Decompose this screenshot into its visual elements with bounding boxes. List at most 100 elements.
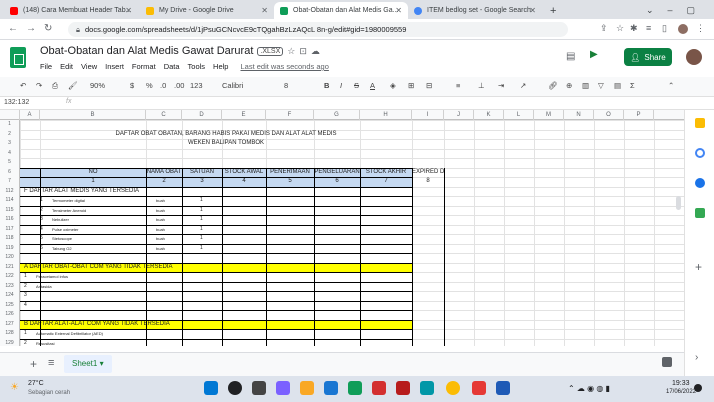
column-number[interactable]: 3 bbox=[182, 177, 222, 186]
currency-button[interactable]: $ bbox=[130, 81, 134, 90]
expand-panel-icon[interactable]: › bbox=[695, 352, 698, 363]
column-number[interactable]: 2 bbox=[146, 177, 182, 186]
borders-icon[interactable]: ⊞ bbox=[408, 81, 414, 90]
bold-icon[interactable]: B bbox=[324, 81, 329, 90]
font-select[interactable]: Calibri bbox=[222, 81, 243, 90]
row-header[interactable]: 112 bbox=[0, 186, 20, 196]
item-qty[interactable]: 1 bbox=[200, 206, 210, 215]
forward-icon[interactable]: → bbox=[26, 23, 36, 34]
start-icon[interactable] bbox=[204, 381, 218, 395]
menu-format[interactable]: Format bbox=[132, 62, 156, 71]
back-icon[interactable]: ← bbox=[8, 23, 18, 34]
window-controls[interactable]: ⌄–▢✕ bbox=[640, 2, 710, 19]
sheet-tab[interactable]: Sheet1 ▾ bbox=[64, 355, 112, 373]
column-number[interactable]: 6 bbox=[314, 177, 360, 186]
paint-format-icon[interactable]: 🖌︎ bbox=[68, 81, 78, 90]
column-header[interactable]: F bbox=[266, 110, 314, 120]
item-number[interactable]: 1 bbox=[40, 196, 50, 205]
column-header[interactable]: H bbox=[360, 110, 412, 120]
item-number[interactable]: 1 bbox=[24, 329, 34, 338]
browser-tab-sheets[interactable]: Obat-Obatan dan Alat Medis Ga... ✕ bbox=[274, 2, 408, 19]
column-header[interactable]: A bbox=[20, 110, 40, 120]
row-header[interactable]: 115 bbox=[0, 205, 20, 215]
meet-icon[interactable]: ▶ bbox=[590, 49, 598, 60]
comment-icon[interactable]: ⊕ bbox=[566, 81, 572, 90]
link-icon[interactable]: 🔗︎ bbox=[548, 81, 558, 90]
row-header[interactable]: 121 bbox=[0, 262, 20, 272]
row-header[interactable]: 1 bbox=[0, 120, 20, 130]
item-number[interactable]: 4 bbox=[24, 301, 34, 310]
menu-edit[interactable]: Edit bbox=[60, 62, 73, 71]
close-icon[interactable]: ✕ bbox=[125, 6, 132, 15]
edge-icon[interactable] bbox=[420, 381, 434, 395]
row-header[interactable]: 7 bbox=[0, 177, 20, 187]
column-number[interactable]: 4 bbox=[222, 177, 266, 186]
get-addons-icon[interactable]: + bbox=[695, 260, 702, 274]
percent-button[interactable]: % bbox=[146, 81, 153, 90]
fill-color-icon[interactable]: ◈ bbox=[390, 81, 396, 90]
column-header[interactable]: M bbox=[534, 110, 564, 120]
column-header[interactable]: N bbox=[564, 110, 594, 120]
item-number[interactable]: 5 bbox=[40, 234, 50, 243]
item-number[interactable]: 2 bbox=[24, 339, 34, 347]
menu-data[interactable]: Data bbox=[164, 62, 180, 71]
row-header[interactable]: 117 bbox=[0, 224, 20, 234]
row-header[interactable]: 128 bbox=[0, 329, 20, 339]
item-name[interactable]: Stetoscope bbox=[52, 234, 146, 243]
menu-view[interactable]: View bbox=[81, 62, 97, 71]
vertical-scrollbar[interactable] bbox=[676, 196, 681, 210]
text-rotation-icon[interactable]: ↗ bbox=[520, 81, 526, 90]
collapse-toolbar-icon[interactable]: ⌃ bbox=[668, 81, 674, 90]
item-number[interactable]: 4 bbox=[40, 225, 50, 234]
word-icon[interactable] bbox=[496, 381, 510, 395]
column-title[interactable]: NAMA OBAT bbox=[146, 168, 182, 177]
contacts-icon[interactable] bbox=[695, 178, 705, 188]
column-header[interactable]: C bbox=[146, 110, 182, 120]
chrome-icon[interactable] bbox=[446, 381, 460, 395]
tasks-icon[interactable] bbox=[695, 148, 705, 158]
system-tray-icons[interactable]: ⌃ ☁ ◉ ◍ ▮ bbox=[568, 384, 610, 393]
browser-tab-google[interactable]: ITEM bedlog set - Google Search ✕ bbox=[408, 2, 542, 19]
decrease-decimal-button[interactable]: .0 bbox=[160, 81, 166, 90]
item-name[interactable]: Tensimeter Aneroid bbox=[52, 206, 146, 215]
keep-icon[interactable] bbox=[695, 118, 705, 128]
browser-tab-youtube[interactable]: (148) Cara Membuat Header Tab... ✕ bbox=[4, 2, 138, 19]
column-header[interactable]: O bbox=[594, 110, 624, 120]
item-number[interactable]: 2 bbox=[24, 282, 34, 291]
reload-icon[interactable]: ↻ bbox=[44, 23, 52, 34]
italic-icon[interactable]: I bbox=[340, 81, 342, 90]
item-qty[interactable]: 1 bbox=[200, 215, 210, 224]
column-title[interactable]: STOCK AWAL bbox=[222, 168, 266, 177]
merge-cells-icon[interactable]: ⊟ bbox=[426, 81, 432, 90]
column-number[interactable]: 8 bbox=[412, 177, 444, 186]
item-qty[interactable]: 1 bbox=[200, 196, 210, 205]
star-icon[interactable]: ☆ bbox=[287, 46, 295, 57]
section-title[interactable]: F DAFTAR ALAT MEDIS YANG TERSEDIA bbox=[24, 187, 324, 196]
column-header[interactable]: G bbox=[314, 110, 360, 120]
item-unit[interactable]: buah bbox=[156, 244, 180, 253]
column-title[interactable]: NO bbox=[40, 168, 146, 177]
close-icon[interactable]: ✕ bbox=[529, 6, 536, 15]
menu-help[interactable]: Help bbox=[213, 62, 228, 71]
row-header[interactable]: 116 bbox=[0, 215, 20, 225]
column-title[interactable]: PENERIMAAN bbox=[266, 168, 314, 177]
share-page-icon[interactable]: ⇪ bbox=[600, 23, 608, 34]
section-title[interactable]: B DAFTAR ALAT-ALAT COM YANG TIDAK TERSED… bbox=[24, 320, 324, 329]
redo-icon[interactable]: ↷ bbox=[36, 81, 42, 90]
font-size-select[interactable]: 8 bbox=[284, 81, 288, 90]
row-header[interactable]: 4 bbox=[0, 148, 20, 158]
column-number[interactable]: 5 bbox=[266, 177, 314, 186]
row-header[interactable]: 114 bbox=[0, 196, 20, 206]
item-name[interactable]: Tabung O2 bbox=[52, 244, 146, 253]
column-number[interactable]: 1 bbox=[40, 177, 146, 186]
column-title[interactable]: SATUAN bbox=[182, 168, 222, 177]
formula-input[interactable] bbox=[80, 98, 680, 108]
row-header[interactable]: 127 bbox=[0, 319, 20, 329]
new-tab-button[interactable]: + bbox=[544, 2, 560, 19]
item-unit[interactable]: buah bbox=[156, 225, 180, 234]
item-unit[interactable]: buah bbox=[156, 234, 180, 243]
row-header[interactable]: 120 bbox=[0, 253, 20, 263]
text-wrap-icon[interactable]: ⇥ bbox=[498, 81, 504, 90]
select-all-corner[interactable] bbox=[0, 110, 20, 120]
column-header[interactable]: E bbox=[222, 110, 266, 120]
